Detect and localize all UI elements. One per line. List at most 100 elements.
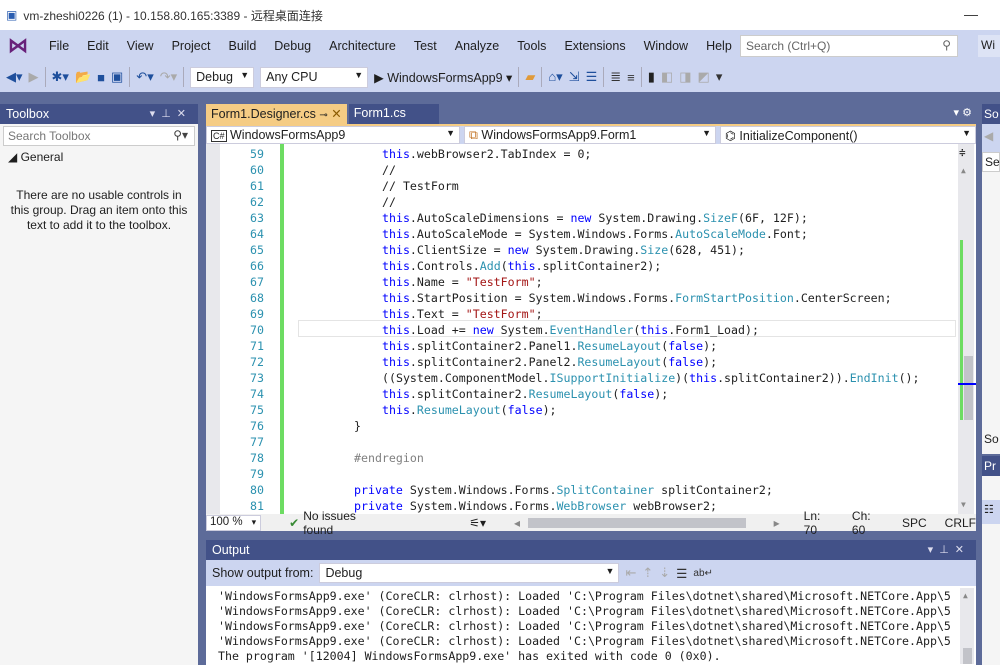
- code-token: webBrowser2;: [626, 499, 717, 513]
- next-message-icon[interactable]: ⇣: [659, 565, 670, 581]
- code-token: .splitContainer2);: [535, 259, 662, 273]
- undo-icon[interactable]: ↶▾: [136, 69, 153, 85]
- scroll-right-icon[interactable]: ▸: [774, 516, 780, 530]
- line-number: 59: [250, 147, 264, 161]
- start-button[interactable]: ▶ WindowsFormsApp9 ▾: [374, 70, 512, 85]
- tab-form1[interactable]: Form1.cs: [348, 104, 439, 124]
- redo-icon[interactable]: ↷▾: [160, 69, 177, 85]
- toolbox-panel: Toolbox ▾⊥✕ Search Toolbox ⚲▾ ◢ General Th…: [0, 104, 198, 665]
- menu-window[interactable]: Window: [635, 39, 697, 53]
- menu-analyze[interactable]: Analyze: [446, 39, 508, 53]
- home-icon[interactable]: ⌂▾: [548, 69, 562, 85]
- class-dropdown[interactable]: ⧉ WindowsFormsApp9.Form1 ▼: [464, 126, 716, 144]
- scroll-up-icon[interactable]: ▲: [961, 166, 966, 175]
- save-all-icon[interactable]: ▣: [111, 69, 123, 85]
- new-project-icon[interactable]: ✱▾: [52, 69, 69, 85]
- issues-status[interactable]: No issues found: [303, 509, 381, 537]
- output-scrollbar[interactable]: ▲: [960, 588, 974, 664]
- toolbox-group-general[interactable]: ◢ General: [0, 148, 198, 166]
- pin-icon[interactable]: ⊸: [319, 110, 327, 121]
- next-bookmark-icon[interactable]: ◨: [679, 69, 691, 85]
- project-dropdown[interactable]: C# WindowsFormsApp9 ▼: [206, 126, 460, 144]
- scroll-down-icon[interactable]: ▼: [961, 500, 966, 509]
- toolbar-overflow-icon[interactable]: ▾: [716, 69, 723, 85]
- comment-icon[interactable]: ≡: [627, 70, 635, 85]
- menu-view[interactable]: View: [118, 39, 163, 53]
- standard-toolbar: ◀▾ ▶ ✱▾ 📂 ■ ▣ ↶▾ ↷▾ Debug ▼ Any CPU ▼ ▶ Wi…: [0, 62, 1000, 92]
- back-icon[interactable]: ◀▾: [6, 69, 23, 85]
- menu-edit[interactable]: Edit: [78, 39, 118, 53]
- close-tab-icon[interactable]: ✕: [331, 107, 341, 121]
- code-token: splitContainer2;: [654, 483, 773, 497]
- prev-bookmark-icon[interactable]: ◧: [661, 69, 673, 85]
- search-input[interactable]: Search (Ctrl+Q) ⚲: [740, 35, 958, 57]
- prev-message-icon[interactable]: ⇡: [642, 565, 653, 581]
- code-token: .ClientSize =: [409, 243, 508, 257]
- output-source-select[interactable]: Debug ▼: [319, 563, 620, 583]
- menu-bar: ⋈ File Edit View Project Build Debug Architect…: [0, 30, 1000, 62]
- menu-file[interactable]: File: [40, 39, 78, 53]
- settings-icon[interactable]: ▾ ⚙: [954, 106, 972, 119]
- solution-explorer-panel: So ◀ Se So: [982, 104, 1000, 454]
- expand-icon: ◢: [8, 150, 21, 164]
- remote-desktop-icon: ▣: [6, 8, 18, 22]
- code-token: Size: [640, 243, 669, 257]
- close-icon[interactable]: ✕: [955, 544, 970, 556]
- horizontal-scrollbar[interactable]: [528, 517, 746, 528]
- vertical-scrollbar[interactable]: ≑ ▲ ▼: [958, 144, 976, 514]
- output-text[interactable]: 'WindowsFormsApp9.exe' (CoreCLR: clrhost…: [206, 586, 976, 665]
- pin-icon[interactable]: ⊥: [939, 544, 955, 556]
- tab-form1-designer[interactable]: Form1.Designer.cs ⊸ ✕: [206, 104, 347, 124]
- zoom-select[interactable]: 100 % ▾: [206, 514, 262, 531]
- menu-tools[interactable]: Tools: [508, 39, 555, 53]
- visual-studio-logo-icon[interactable]: ⋈: [8, 35, 30, 57]
- bookmark-icon[interactable]: ▮: [648, 69, 655, 85]
- outline-icon[interactable]: ☰: [586, 69, 598, 85]
- code-area[interactable]: 59 this.webBrowser2.TabIndex = 0; 60//61//…: [206, 144, 976, 514]
- menu-build[interactable]: Build: [219, 39, 265, 53]
- code-line: this.AutoScaleMode = System.Windows.Form…: [382, 226, 808, 242]
- code-token: this: [640, 323, 669, 337]
- scroll-left-icon[interactable]: ◂: [514, 516, 520, 530]
- scroll-thumb[interactable]: [964, 356, 973, 420]
- indent-icon[interactable]: ≣: [610, 69, 621, 85]
- forward-icon[interactable]: ▶: [29, 69, 39, 85]
- platform-select[interactable]: Any CPU ▼: [260, 66, 369, 88]
- cleanup-icon[interactable]: ⚟▾: [469, 516, 486, 530]
- dropdown-icon[interactable]: ▾: [150, 108, 162, 120]
- word-wrap-icon[interactable]: ab↵: [693, 568, 713, 579]
- code-line: this.Name = "TestForm";: [382, 274, 543, 290]
- code-token: AutoScaleMode: [675, 227, 766, 241]
- live-share-button[interactable]: Wi: [978, 35, 1000, 57]
- minimize-button[interactable]: —: [964, 6, 978, 22]
- chevron-down-icon: ▾: [251, 516, 257, 527]
- find-message-icon[interactable]: ⇤: [625, 565, 636, 581]
- code-token: System.Drawing.: [591, 211, 704, 225]
- configuration-select[interactable]: Debug ▼: [190, 66, 255, 88]
- clear-bookmarks-icon[interactable]: ◩: [698, 69, 710, 85]
- categorized-icon[interactable]: ☷: [982, 500, 1000, 524]
- member-dropdown[interactable]: ⌬ InitializeComponent() ▼: [720, 126, 976, 144]
- menu-architecture[interactable]: Architecture: [320, 39, 405, 53]
- line-number: 64: [250, 227, 264, 241]
- line-number: 69: [250, 307, 264, 321]
- clear-all-icon[interactable]: ☰: [676, 566, 687, 581]
- menu-test[interactable]: Test: [405, 39, 446, 53]
- toolbox-search-input[interactable]: Search Toolbox ⚲▾: [3, 126, 195, 146]
- open-file-icon[interactable]: 📂: [75, 69, 91, 85]
- code-line: this.splitContainer2.Panel2.ResumeLayout…: [382, 354, 717, 370]
- code-token: );: [542, 403, 557, 417]
- split-icon[interactable]: ≑: [959, 146, 966, 159]
- menu-extensions[interactable]: Extensions: [555, 39, 634, 53]
- menu-project[interactable]: Project: [163, 39, 220, 53]
- menu-help[interactable]: Help: [697, 39, 741, 53]
- code-line: this.splitContainer2.Panel1.ResumeLayout…: [382, 338, 717, 354]
- find-in-files-icon[interactable]: ▰: [525, 69, 535, 85]
- pin-icon[interactable]: ⊥: [161, 108, 177, 120]
- dropdown-icon[interactable]: ▾: [928, 544, 940, 556]
- menu-debug[interactable]: Debug: [265, 39, 320, 53]
- close-icon[interactable]: ✕: [177, 108, 192, 120]
- code-token: ((System.ComponentModel.: [382, 371, 550, 385]
- step-into-icon[interactable]: ⇲: [569, 69, 580, 85]
- save-icon[interactable]: ■: [97, 70, 105, 85]
